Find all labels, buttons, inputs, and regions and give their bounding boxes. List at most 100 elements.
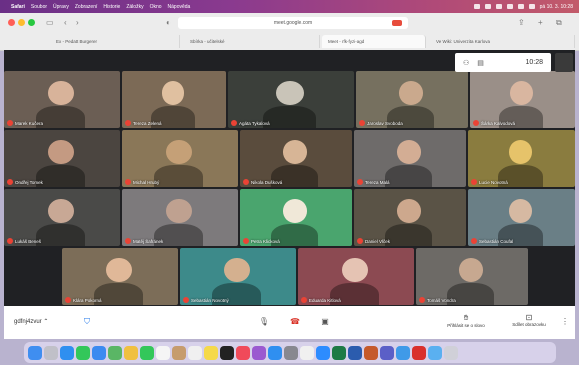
contacts-icon[interactable] xyxy=(172,345,186,360)
tab-3[interactable]: Meet - rfk-fyzi-agd xyxy=(322,35,426,48)
notes-icon[interactable] xyxy=(204,345,218,360)
raise-hand-button[interactable]: ✋︎ Přihlásit se o slovo xyxy=(436,313,496,328)
menu-window[interactable]: Okno xyxy=(150,4,162,10)
present-button[interactable]: ⊡ Sdílet obrazovku xyxy=(499,313,559,327)
more-options-icon[interactable]: ⋮ xyxy=(561,317,569,326)
messages-icon[interactable] xyxy=(76,345,90,360)
photos-icon[interactable] xyxy=(124,345,138,360)
participant-tile[interactable]: Tereza Zelená xyxy=(122,71,226,128)
participant-tile[interactable]: Sebastián Novotný xyxy=(180,248,296,305)
participant-tile[interactable]: Jaroslav Svoboda xyxy=(356,71,468,128)
zoom-icon[interactable] xyxy=(316,345,330,360)
reminders-icon[interactable] xyxy=(188,345,202,360)
menu-edit[interactable]: Úpravy xyxy=(53,4,69,10)
settings-icon[interactable] xyxy=(284,345,298,360)
tab-2[interactable]: Sbírka - učitelské xyxy=(184,35,320,48)
chat-icon[interactable]: ▤ xyxy=(477,59,484,67)
participant-tile[interactable]: Petra Klicková xyxy=(240,189,352,246)
menu-bookmarks[interactable]: Záložky xyxy=(126,4,143,10)
camera-icon[interactable]: ▣ xyxy=(318,316,332,328)
music-icon[interactable] xyxy=(236,345,250,360)
participant-tile[interactable]: Lukáš Beneš xyxy=(4,189,120,246)
share-page-icon[interactable]: ⇪ xyxy=(518,18,525,27)
calendar-icon[interactable] xyxy=(156,345,170,360)
folder-icon[interactable] xyxy=(428,345,442,360)
minimize-window-icon[interactable] xyxy=(18,19,25,26)
url-text: meet.google.com xyxy=(273,20,313,26)
meeting-code[interactable]: gdfnj4zvur ⌃ xyxy=(14,318,48,325)
finder-icon[interactable] xyxy=(28,345,42,360)
podcasts-icon[interactable] xyxy=(252,345,266,360)
hand-icon: ✋︎ xyxy=(463,313,469,322)
participant-tile[interactable]: Michal Hrubý xyxy=(122,130,238,187)
participant-name: Nikola Dušková xyxy=(243,179,282,185)
maps-icon[interactable] xyxy=(108,345,122,360)
facetime-icon[interactable] xyxy=(140,345,154,360)
meeting-safety-icon[interactable]: ⛉ xyxy=(84,317,90,327)
address-bar[interactable]: meet.google.com xyxy=(178,17,408,29)
participant-body xyxy=(385,224,433,246)
excel-icon[interactable] xyxy=(332,345,346,360)
participant-video xyxy=(224,258,250,283)
participant-tile[interactable]: Marek Kučera xyxy=(4,71,120,128)
control-center-icon[interactable] xyxy=(528,4,535,9)
menu-history[interactable]: Historie xyxy=(103,4,120,10)
trash-icon[interactable] xyxy=(444,345,458,360)
search-icon[interactable] xyxy=(517,4,524,9)
tab-4[interactable]: Ve Wiki: Univerzita Karlova xyxy=(430,35,575,48)
tab-1[interactable]: Ex - Pedatt Burgerer xyxy=(50,35,180,48)
battery-icon[interactable] xyxy=(495,4,502,9)
privacy-shield-icon[interactable]: ◐ xyxy=(166,18,171,27)
menu-app[interactable]: Safari xyxy=(11,4,25,10)
tab-overview-icon[interactable]: ⧉ xyxy=(556,18,562,28)
teams-icon[interactable] xyxy=(380,345,394,360)
wifi-icon[interactable] xyxy=(506,4,513,9)
dock xyxy=(24,342,556,363)
screen-share-icon[interactable] xyxy=(484,4,491,9)
new-tab-icon[interactable]: + xyxy=(538,18,543,27)
participant-tile[interactable]: Daniel Vlček xyxy=(354,189,466,246)
participant-tile[interactable]: Sebastián Coufal xyxy=(468,189,575,246)
participant-tile[interactable]: Šárka Kalvodová xyxy=(470,71,575,128)
appstore-icon[interactable] xyxy=(268,345,282,360)
clock[interactable]: pá 10. 3. 10:28 xyxy=(540,4,573,10)
participant-name-text: Klára Pokorná xyxy=(73,297,102,303)
acrobat-icon[interactable] xyxy=(412,345,426,360)
zoom-window-icon[interactable] xyxy=(28,19,35,26)
mic-muted-icon xyxy=(243,238,249,244)
microphone-icon[interactable]: 🎙︎ xyxy=(257,316,271,328)
participant-name: Matěj Šafránek xyxy=(125,238,163,244)
participant-tile[interactable]: Eduarda Kitlová xyxy=(298,248,414,305)
participant-video xyxy=(161,81,185,106)
participant-tile[interactable]: Agáta Tykalová xyxy=(228,71,354,128)
menu-help[interactable]: Nápověda xyxy=(168,4,191,10)
mic-muted-icon xyxy=(419,297,425,303)
participant-video xyxy=(458,258,484,283)
forward-icon[interactable]: › xyxy=(76,18,79,27)
participant-tile[interactable]: Matěj Šafránek xyxy=(122,189,238,246)
participant-tile[interactable]: Tomáš Vondra xyxy=(416,248,528,305)
powerpoint-icon[interactable] xyxy=(364,345,378,360)
participant-tile[interactable]: Klára Pokorná xyxy=(62,248,178,305)
preview-icon[interactable] xyxy=(396,345,410,360)
participant-name: Lukáš Beneš xyxy=(7,238,41,244)
menu-view[interactable]: Zobrazení xyxy=(75,4,98,10)
participant-tile[interactable]: Ondřej Tomek xyxy=(4,130,120,187)
end-call-icon[interactable]: ☎ xyxy=(288,316,302,328)
sidebar-icon[interactable]: ▭ xyxy=(46,18,54,27)
launchpad-icon[interactable] xyxy=(44,345,58,360)
back-icon[interactable]: ‹ xyxy=(64,18,67,27)
menu-file[interactable]: Soubor xyxy=(31,4,47,10)
people-icon[interactable]: ⚇ xyxy=(463,59,469,67)
word-icon[interactable] xyxy=(348,345,362,360)
safari-icon[interactable] xyxy=(60,345,74,360)
chrome-icon[interactable] xyxy=(300,345,314,360)
mail-icon[interactable] xyxy=(92,345,106,360)
participant-name: Lucie Novotná xyxy=(471,179,508,185)
record-status-icon[interactable] xyxy=(473,4,480,9)
close-window-icon[interactable] xyxy=(8,19,15,26)
participant-tile[interactable]: Tereza Malá xyxy=(354,130,466,187)
participant-tile[interactable]: Lucie Novotná xyxy=(468,130,575,187)
tv-icon[interactable] xyxy=(220,345,234,360)
participant-tile[interactable]: Nikola Dušková xyxy=(240,130,352,187)
